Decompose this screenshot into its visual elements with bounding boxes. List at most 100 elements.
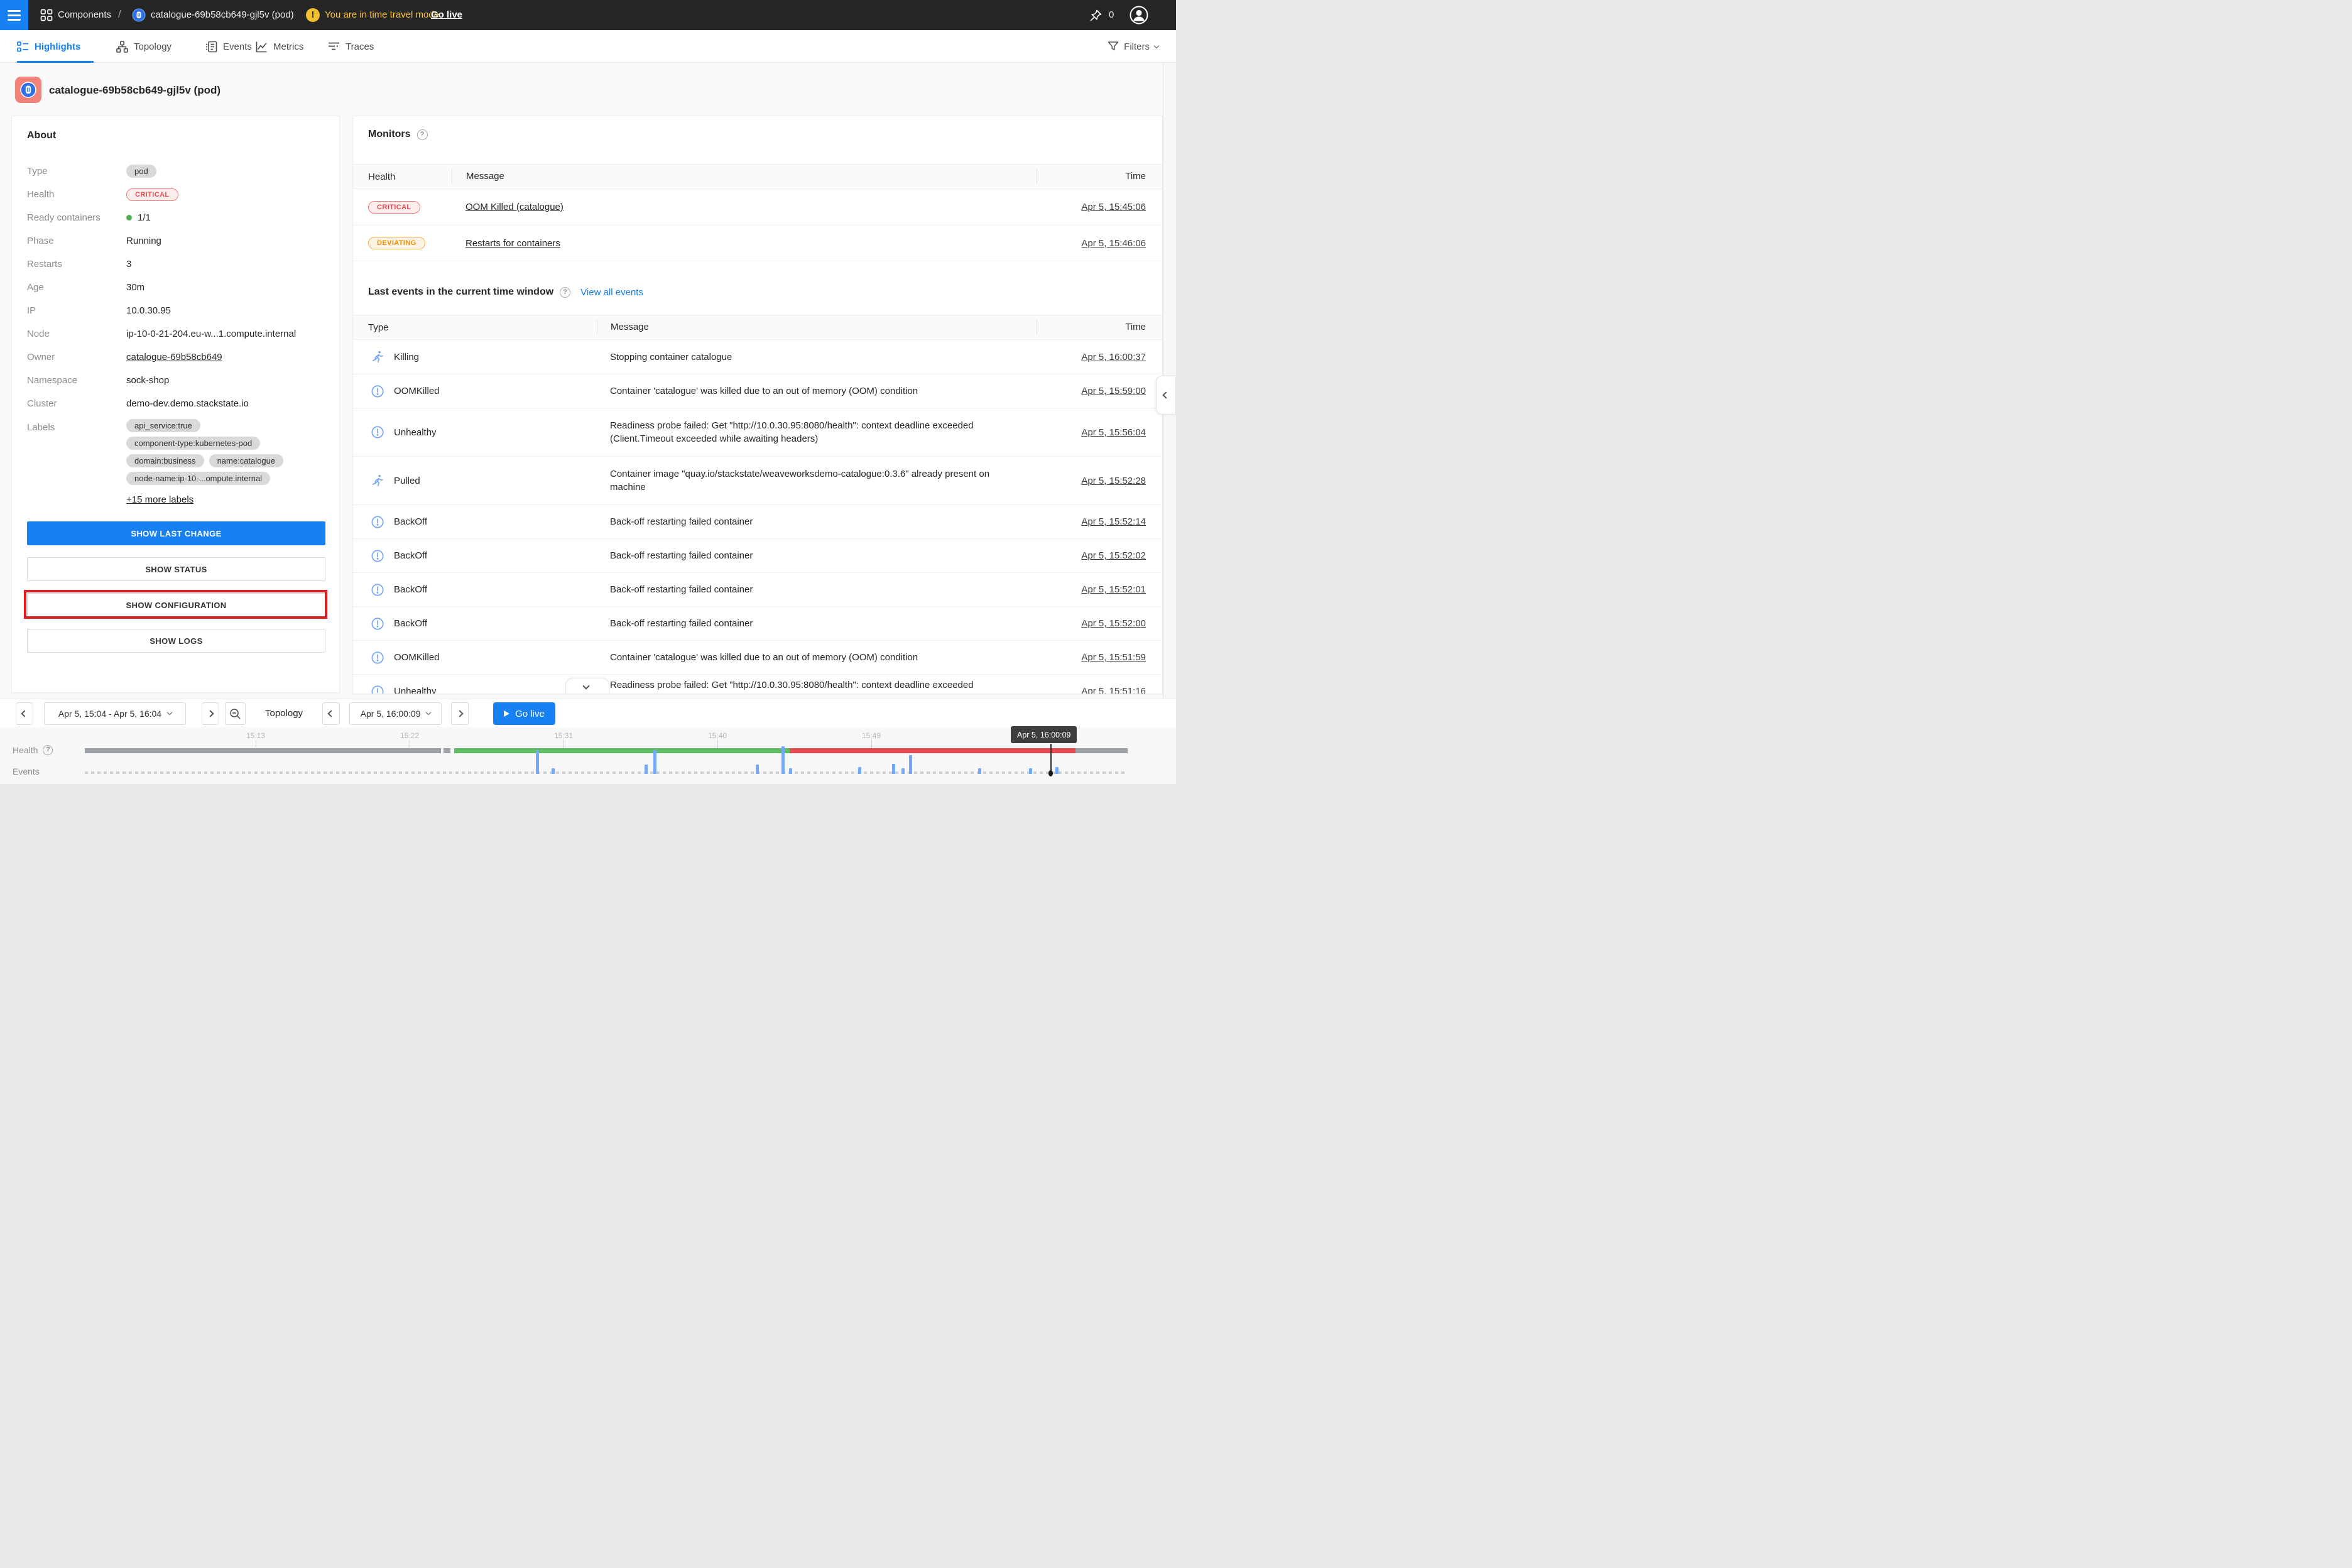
- chevron-right-icon: [207, 710, 214, 717]
- hamburger-icon: [8, 10, 21, 12]
- tab-events[interactable]: Events: [205, 30, 252, 63]
- health-segment-critical: [790, 748, 1075, 753]
- current-time-marker[interactable]: [1050, 744, 1052, 773]
- event-time-link[interactable]: Apr 5, 15:59:00: [1081, 386, 1146, 396]
- event-bar[interactable]: [909, 755, 912, 774]
- event-bar[interactable]: [978, 768, 981, 774]
- current-time-marker-dot[interactable]: [1048, 770, 1053, 776]
- tick-label: 15:40: [699, 731, 736, 740]
- event-time-link[interactable]: Apr 5, 16:00:37: [1081, 352, 1146, 362]
- monitor-time-link[interactable]: Apr 5, 15:46:06: [1081, 238, 1146, 249]
- help-icon[interactable]: ?: [43, 745, 53, 755]
- show-configuration-button[interactable]: SHOW CONFIGURATION: [27, 593, 325, 617]
- event-time-link[interactable]: Apr 5, 15:51:59: [1081, 652, 1146, 663]
- monitor-time-link[interactable]: Apr 5, 15:45:06: [1081, 202, 1146, 212]
- event-time-link[interactable]: Apr 5, 15:52:14: [1081, 516, 1146, 527]
- go-live-button[interactable]: Go live: [493, 702, 555, 725]
- chevron-down-icon: [167, 710, 172, 715]
- event-bar[interactable]: [1029, 768, 1032, 774]
- event-message: Container image "quay.io/stackstate/weav…: [597, 467, 1011, 494]
- play-icon: [504, 710, 509, 717]
- health-segment-unknown: [85, 748, 441, 753]
- show-logs-button[interactable]: SHOW LOGS: [27, 629, 325, 653]
- timeline-health-label: Health ?: [13, 745, 53, 755]
- help-icon[interactable]: ?: [560, 287, 570, 298]
- entity-health-icon: [15, 77, 41, 103]
- event-bar[interactable]: [789, 768, 792, 774]
- event-message: Back-off restarting failed container: [597, 549, 1011, 562]
- monitor-status-badge: CRITICAL: [368, 201, 420, 214]
- event-time-link[interactable]: Apr 5, 15:51:16: [1081, 686, 1146, 694]
- about-row-owner: Owner catalogue-69b58cb649: [27, 346, 324, 369]
- event-row: BackOffBack-off restarting failed contai…: [353, 538, 1162, 572]
- pod-icon: [132, 8, 146, 22]
- breadcrumb-separator: /: [118, 8, 121, 21]
- collapse-events-button[interactable]: [565, 678, 609, 694]
- event-bar[interactable]: [552, 768, 555, 774]
- about-row-age: Age 30m: [27, 276, 324, 299]
- event-row: PulledContainer image "quay.io/stackstat…: [353, 456, 1162, 504]
- event-message: Back-off restarting failed container: [597, 583, 1011, 596]
- filters-button[interactable]: Filters: [1108, 30, 1158, 63]
- range-next-button[interactable]: [202, 702, 219, 725]
- traces-icon: [328, 41, 340, 53]
- event-bar[interactable]: [653, 750, 656, 774]
- chevron-right-icon: [456, 710, 463, 717]
- event-row: BackOffBack-off restarting failed contai…: [353, 606, 1162, 640]
- events-table-header: Type Message Time: [353, 315, 1162, 340]
- zoom-out-button[interactable]: [225, 702, 246, 725]
- go-live-link[interactable]: Go live: [431, 9, 462, 20]
- tab-highlights[interactable]: Highlights: [17, 30, 80, 63]
- event-row: OOMKilledContainer 'catalogue' was kille…: [353, 374, 1162, 408]
- pin-icon[interactable]: [1088, 8, 1104, 24]
- warning-icon: !: [306, 8, 320, 22]
- monitor-row: DEVIATING Restarts for containers Apr 5,…: [353, 225, 1162, 261]
- chevron-down-icon: [582, 682, 589, 689]
- time-prev-button[interactable]: [322, 702, 340, 725]
- tick-mark: [717, 740, 718, 748]
- event-time-link[interactable]: Apr 5, 15:52:02: [1081, 550, 1146, 561]
- event-bar[interactable]: [756, 765, 759, 774]
- owner-link[interactable]: catalogue-69b58cb649: [126, 352, 222, 362]
- timeline-panel[interactable]: 15:1315:2215:3115:4015:49 Health ? Event…: [0, 727, 1176, 784]
- event-type: BackOff: [394, 618, 427, 629]
- tab-topology[interactable]: Topology: [116, 30, 172, 63]
- event-bar[interactable]: [858, 767, 861, 774]
- active-tab-underline: [17, 61, 94, 63]
- hamburger-menu-button[interactable]: [0, 0, 28, 30]
- monitor-message-link[interactable]: Restarts for containers: [466, 238, 560, 249]
- event-type: Killing: [394, 352, 419, 362]
- about-row-restarts: Restarts 3: [27, 253, 324, 276]
- alert-circle-icon: [371, 651, 384, 665]
- event-bar[interactable]: [781, 746, 785, 774]
- event-time-link[interactable]: Apr 5, 15:52:00: [1081, 618, 1146, 629]
- event-bar[interactable]: [645, 765, 648, 774]
- about-row-ready-containers: Ready containers 1/1: [27, 206, 324, 229]
- event-time-link[interactable]: Apr 5, 15:52:28: [1081, 476, 1146, 486]
- current-time-tooltip: Apr 5, 16:00:09: [1011, 726, 1077, 743]
- event-bar[interactable]: [892, 764, 895, 774]
- tab-traces[interactable]: Traces: [328, 30, 374, 63]
- alert-circle-icon: [371, 384, 384, 398]
- monitor-message-link[interactable]: OOM Killed (catalogue): [466, 202, 564, 212]
- event-bar[interactable]: [536, 750, 539, 774]
- time-next-button[interactable]: [451, 702, 469, 725]
- expand-panel-handle[interactable]: [1156, 376, 1176, 415]
- event-time-link[interactable]: Apr 5, 15:52:01: [1081, 584, 1146, 595]
- view-all-events-link[interactable]: View all events: [580, 287, 643, 298]
- show-last-change-button[interactable]: SHOW LAST CHANGE: [27, 521, 325, 545]
- monitors-events-card: Monitors ? Health Message Time CRITICAL …: [352, 116, 1163, 694]
- avatar[interactable]: [1129, 5, 1149, 25]
- more-labels-link[interactable]: +15 more labels: [126, 494, 193, 505]
- event-bar[interactable]: [1055, 767, 1059, 774]
- event-time-link[interactable]: Apr 5, 15:56:04: [1081, 427, 1146, 438]
- range-prev-button[interactable]: [16, 702, 33, 725]
- topology-time-select[interactable]: Apr 5, 16:00:09: [349, 702, 442, 725]
- time-range-select[interactable]: Apr 5, 15:04 - Apr 5, 16:04: [44, 702, 186, 725]
- help-icon[interactable]: ?: [417, 129, 428, 140]
- show-status-button[interactable]: SHOW STATUS: [27, 557, 325, 581]
- highlights-icon: [17, 41, 29, 53]
- event-bar[interactable]: [901, 768, 905, 774]
- tab-metrics[interactable]: Metrics: [256, 30, 303, 63]
- breadcrumb-components[interactable]: Components: [58, 9, 111, 20]
